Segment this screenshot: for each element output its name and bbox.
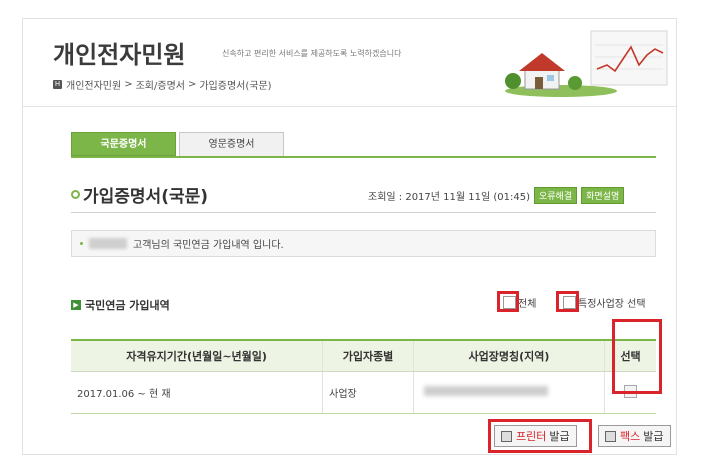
fax-icon bbox=[605, 430, 616, 442]
error-resolve-button[interactable]: 오류해결 bbox=[533, 187, 578, 204]
header-divider bbox=[23, 106, 676, 107]
page-frame: 개인전자민원 신속하고 편리한 서비스를 제공하도록 노력하겠습니다 H 개인전… bbox=[22, 18, 677, 455]
arrow-right-icon: ▶ bbox=[71, 300, 81, 310]
highlight-box-print bbox=[488, 419, 592, 453]
site-tagline: 신속하고 편리한 서비스를 제공하도록 노력하겠습니다 bbox=[222, 49, 402, 58]
highlight-box-select-specific bbox=[556, 291, 579, 312]
notice-text: 고객님의 국민연금 가입내역 입니다. bbox=[133, 240, 284, 251]
fax-icon-label: 팩스 bbox=[620, 430, 641, 443]
tab-korean-certificate[interactable]: 국문증명서 bbox=[71, 132, 176, 156]
page-title-text: 가입증명서(국문) bbox=[83, 187, 209, 207]
fax-issue-button[interactable]: 팩스 발급 bbox=[598, 425, 671, 447]
column-header-workplace: 사업장명칭(지역) bbox=[413, 339, 606, 372]
fax-issue-label: 발급 bbox=[643, 430, 664, 443]
select-all-label: 전체 bbox=[518, 299, 537, 310]
screen-help-button[interactable]: 화면설명 bbox=[581, 187, 625, 204]
column-header-type: 가입자종별 bbox=[322, 339, 414, 372]
breadcrumb-item[interactable]: 개인전자민원 bbox=[66, 77, 121, 92]
redacted-name bbox=[89, 238, 127, 249]
enrollment-table: 자격유지기간(년월일~년월일) 가입자종별 사업장명칭(지역) 선택 2017.… bbox=[71, 339, 656, 414]
section-divider bbox=[71, 212, 656, 213]
tab-bar: 국문증명서 영문증명서 bbox=[71, 132, 656, 158]
cell-period: 2017.01.06 ~ 현 재 bbox=[71, 371, 324, 414]
breadcrumb-separator: > bbox=[124, 79, 133, 90]
list-title: ▶ 국민연금 가입내역 bbox=[71, 297, 170, 313]
breadcrumb: H 개인전자민원 > 조회/증명서 > 가입증명서(국문) bbox=[53, 77, 272, 92]
breadcrumb-item[interactable]: 조회/증명서 bbox=[136, 77, 185, 92]
tab-english-certificate[interactable]: 영문증명서 bbox=[179, 132, 284, 156]
highlight-box-select-all bbox=[497, 291, 519, 312]
bullet-dot-icon bbox=[80, 242, 83, 245]
breadcrumb-separator: > bbox=[187, 79, 197, 90]
page-title: 가입증명서(국문) bbox=[71, 182, 208, 207]
cell-workplace bbox=[413, 371, 606, 414]
table-header-row: 자격유지기간(년월일~년월일) 가입자종별 사업장명칭(지역) 선택 bbox=[71, 339, 656, 372]
circle-bullet-icon bbox=[71, 190, 80, 199]
banner-illustration bbox=[505, 30, 668, 97]
table-row: 2017.01.06 ~ 현 재 사업장 bbox=[71, 371, 656, 414]
breadcrumb-item: 가입증명서(국문) bbox=[199, 81, 272, 92]
column-header-period: 자격유지기간(년월일~년월일) bbox=[71, 339, 324, 372]
cell-type: 사업장 bbox=[322, 371, 414, 414]
select-specific-label: 특정사업장 선택 bbox=[578, 299, 646, 310]
notice-box: 고객님의 국민연금 가입내역 입니다. bbox=[71, 230, 656, 257]
lookup-date: 조회일 : 2017년 11월 11일 (01:45) bbox=[368, 192, 530, 203]
site-title: 개인전자민원 bbox=[53, 41, 186, 69]
redacted-workplace bbox=[423, 386, 548, 396]
highlight-box-select-column bbox=[612, 319, 662, 394]
home-icon[interactable]: H bbox=[53, 80, 62, 89]
list-title-text: 국민연금 가입내역 bbox=[85, 299, 170, 312]
lookup-date-row: 조회일 : 2017년 11월 11일 (01:45) 오류해결 화면설명 bbox=[368, 187, 625, 204]
